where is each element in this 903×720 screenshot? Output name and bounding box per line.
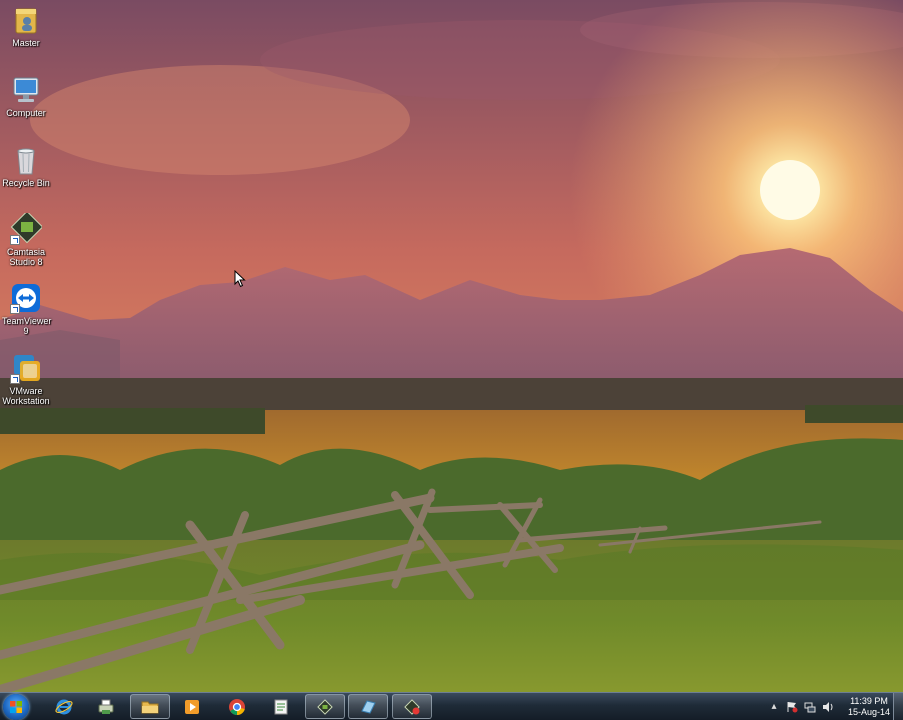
app-window-icon [361,699,376,714]
taskbar-camtasia-recorder[interactable] [392,694,432,719]
computer-icon [10,74,42,106]
notepad-icon [274,699,288,714]
shortcut-arrow-icon [10,235,20,245]
desktop-icon-label: Recycle Bin [2,178,50,188]
windows-logo-icon [10,701,22,713]
folder-user-icon [10,4,42,36]
desktop-icon-master[interactable]: Master [2,4,50,48]
vmware-icon [10,352,42,384]
start-button[interactable] [3,694,29,720]
taskbar-internet-explorer[interactable] [44,694,84,719]
camtasia-recorder-icon [404,698,420,715]
desktop-icon-camtasia[interactable]: Camtasia Studio 8 [2,210,50,267]
show-hidden-icons-button[interactable]: ▴ [768,701,780,713]
desktop-icon-teamviewer[interactable]: TeamViewer 9 [2,282,52,336]
desktop-icon-label: Computer [6,108,46,118]
taskbar-app-window[interactable] [348,694,388,719]
notification-area: ▴ 11:39 PM 15-Aug-14 [765,693,893,720]
taskbar-chrome[interactable] [217,694,257,719]
folder-icon [141,701,159,713]
mouse-cursor-icon [234,270,246,288]
internet-explorer-icon [55,699,73,714]
desktop-icon-label: TeamViewer 9 [2,316,52,336]
clock-time: 11:39 PM [850,695,888,706]
desktop-icon-vmware[interactable]: VMware Workstation [2,352,50,406]
desktop-wallpaper [0,0,903,720]
desktop-icon-recycle-bin[interactable]: Recycle Bin [2,144,50,188]
sun [760,160,820,220]
taskbar-notepad-app[interactable] [261,694,301,719]
printer-icon [98,699,114,714]
desktop[interactable]: Master Computer Recycle Bin Camtasia Stu… [0,0,903,720]
shortcut-arrow-icon [10,374,20,384]
action-center-flag-icon[interactable] [786,701,798,713]
taskbar: ▴ 11:39 PM 15-Aug-14 [0,692,903,720]
clock-date: 15-Aug-14 [847,706,891,717]
system-clock[interactable]: 11:39 PM 15-Aug-14 [845,696,893,718]
volume-icon[interactable] [822,701,834,713]
taskbar-windows-explorer[interactable] [130,694,170,719]
chrome-icon [229,698,245,715]
shortcut-arrow-icon [10,304,20,314]
camtasia-icon [317,698,333,715]
camtasia-icon [10,210,44,245]
taskbar-camtasia-studio[interactable] [305,694,345,719]
desktop-icon-label: Master [12,38,40,48]
desktop-icon-label: VMware Workstation [2,386,50,406]
media-player-icon [185,699,199,714]
show-desktop-button[interactable] [893,693,903,720]
network-icon[interactable] [804,701,816,713]
desktop-icon-label: Camtasia Studio 8 [6,247,45,267]
taskbar-printer-app[interactable] [86,694,126,719]
desktop-icon-computer[interactable]: Computer [2,74,50,118]
teamviewer-icon [10,282,42,314]
taskbar-media-player[interactable] [172,694,212,719]
recycle-bin-icon [10,144,42,176]
